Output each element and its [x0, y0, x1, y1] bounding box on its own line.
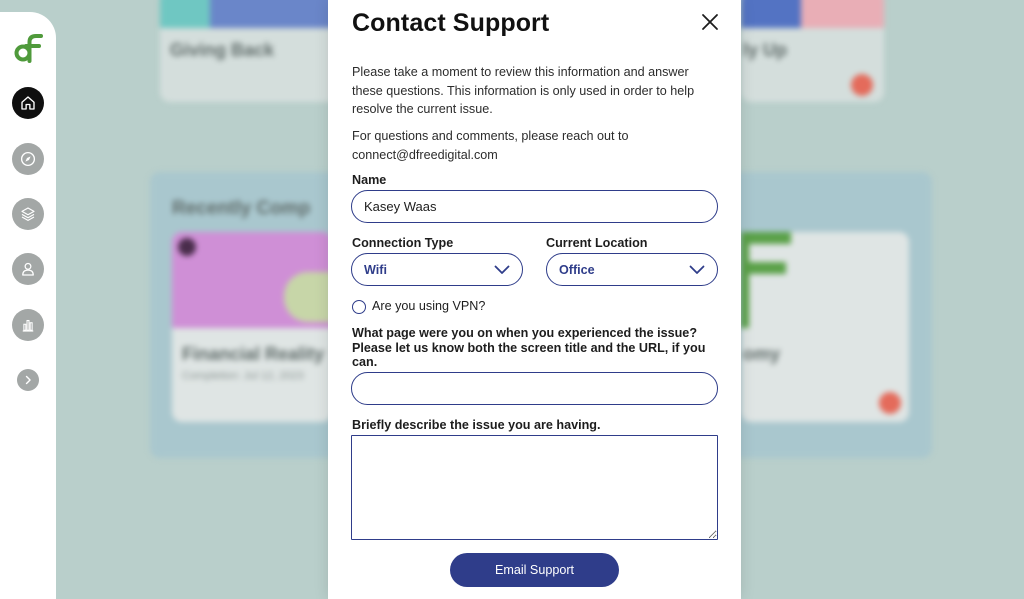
page-input[interactable]: [351, 372, 718, 405]
card-4-badge: [879, 392, 901, 414]
nav-explore-button[interactable]: [12, 143, 44, 175]
name-label: Name: [352, 173, 387, 187]
vpn-label[interactable]: Are you using VPN?: [372, 299, 485, 313]
card-4-banner: [741, 232, 909, 328]
vpn-radio[interactable]: [352, 300, 366, 314]
background-card-4: omy: [741, 232, 909, 422]
nav-profile-button[interactable]: [12, 253, 44, 285]
connection-type-select[interactable]: Wifi: [351, 253, 523, 286]
close-icon[interactable]: [700, 12, 720, 32]
email-support-button[interactable]: Email Support: [450, 553, 619, 587]
nav-home-button[interactable]: [12, 87, 44, 119]
card-1-title: Giving Back: [170, 40, 275, 60]
card-4-logo-mark-3: [741, 232, 749, 328]
card-3-subtitle: Completion: Jul 12, 2023: [182, 370, 304, 382]
user-icon: [22, 262, 34, 276]
card-3-banner-shape: [284, 272, 332, 322]
issue-description-label: Briefly describe the issue you are havin…: [352, 418, 601, 432]
intro-text: Please take a moment to review this info…: [352, 65, 695, 116]
modal-title: Contact Support: [352, 9, 550, 37]
current-location-value: Office: [559, 262, 595, 277]
section-title: Recently Comp: [172, 198, 311, 219]
chevron-down-icon: [494, 265, 510, 274]
current-location-select[interactable]: Office: [546, 253, 718, 286]
name-input[interactable]: [351, 190, 718, 223]
nav-stats-button[interactable]: [12, 309, 44, 341]
dfree-logo-icon[interactable]: [12, 32, 44, 64]
card-3-badge: [178, 238, 196, 256]
card-4-title: omy: [743, 344, 781, 364]
sidebar-expand-button[interactable]: [17, 369, 39, 391]
app-root: Giving Back ly Up Recently Comp Financia…: [0, 0, 1024, 599]
current-location-label: Current Location: [546, 236, 648, 250]
home-icon: [21, 96, 35, 110]
layers-icon: [21, 207, 35, 221]
nav-library-button[interactable]: [12, 198, 44, 230]
background-card-1: Giving Back: [160, 0, 338, 102]
background-card-2: ly Up: [741, 0, 884, 102]
contact-support-modal: Contact Support Please take a moment to …: [328, 0, 741, 599]
sidebar: [0, 12, 56, 599]
background-card-3: Financial Reality Completion: Jul 12, 20…: [172, 232, 332, 422]
compass-icon: [20, 151, 36, 167]
bar-chart-icon: [22, 319, 34, 332]
card-2-badge: [851, 74, 873, 96]
connection-type-value: Wifi: [364, 262, 387, 277]
chevron-right-icon: [25, 375, 31, 385]
card-3-title: Financial Reality: [182, 344, 325, 364]
card-2-title: ly Up: [743, 40, 788, 60]
contact-text: For questions and comments, please reach…: [352, 129, 629, 162]
card-1-banner-blue: [210, 0, 338, 28]
issue-textarea[interactable]: [351, 435, 718, 540]
connection-type-label: Connection Type: [352, 236, 454, 250]
card-2-banner-blue: [741, 0, 801, 28]
chevron-down-icon: [689, 265, 705, 274]
page-question-label: What page were you on when you experienc…: [352, 326, 706, 369]
